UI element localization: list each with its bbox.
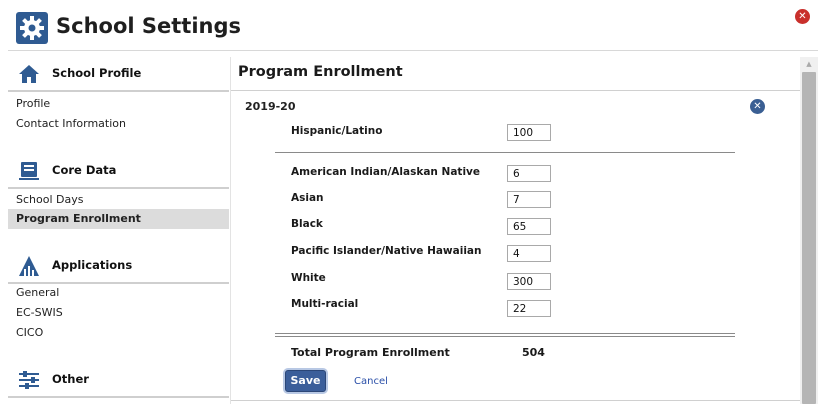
sidebar-item-ec-swis[interactable]: EC-SWIS	[8, 303, 229, 323]
school-year-label: 2019-20	[245, 100, 296, 113]
save-button[interactable]: Save	[285, 370, 326, 392]
page-title: Program Enrollment	[238, 64, 403, 80]
folder-icon	[19, 162, 39, 180]
race-row-label: Asian	[291, 192, 324, 204]
main-header: Program Enrollment	[231, 57, 801, 91]
total-enrollment-value: 504	[522, 346, 545, 359]
sidebar-item-general[interactable]: General	[8, 283, 229, 303]
race-row-label: Multi-racial	[291, 298, 359, 310]
settings-window: School Settings ✕ School Profile Profile…	[0, 0, 818, 404]
scrollbar-thumb[interactable]	[802, 72, 816, 404]
race-row-label: Pacific Islander/Native Hawaiian	[291, 245, 482, 257]
sliders-icon	[19, 371, 39, 389]
white-input[interactable]	[507, 273, 551, 290]
applications-icon	[19, 256, 39, 276]
total-enrollment-label: Total Program Enrollment	[291, 346, 450, 359]
total-divider	[275, 333, 735, 334]
sidebar-section-label: Applications	[52, 258, 133, 272]
black-input[interactable]	[507, 218, 551, 235]
race-row-label: American Indian/Alaskan Native	[291, 166, 481, 178]
sidebar-section-applications: Applications	[8, 249, 229, 284]
race-row-label: White	[291, 272, 326, 284]
close-window-icon[interactable]: ✕	[795, 9, 810, 24]
sidebar-section-school-profile: School Profile	[8, 57, 229, 92]
sidebar-item-program-enrollment[interactable]: Program Enrollment	[8, 209, 229, 229]
sidebar-section-label: Other	[52, 372, 89, 386]
cancel-link[interactable]: Cancel	[354, 376, 388, 387]
house-icon	[19, 65, 39, 83]
gear-icon	[16, 12, 48, 44]
divider	[231, 400, 801, 401]
title-bar: School Settings	[8, 10, 818, 51]
main-panel: Program Enrollment 2019-20 ✕ Hispanic/La…	[230, 57, 801, 404]
sidebar: School Profile Profile Contact Informati…	[8, 57, 229, 404]
sidebar-item-school-days[interactable]: School Days	[8, 190, 229, 210]
multi-racial-input[interactable]	[507, 300, 551, 317]
race-row-label: Black	[291, 218, 323, 230]
american-indian-input[interactable]	[507, 165, 551, 182]
total-divider	[275, 336, 735, 337]
sidebar-item-profile[interactable]: Profile	[8, 94, 229, 114]
sidebar-item-cico[interactable]: CICO	[8, 323, 229, 343]
asian-input[interactable]	[507, 191, 551, 208]
scroll-up-icon[interactable]: ▲	[804, 60, 814, 68]
sidebar-section-label: Core Data	[52, 163, 117, 177]
divider	[275, 152, 735, 153]
hispanic-latino-input[interactable]	[507, 124, 551, 141]
sidebar-item-contact-information[interactable]: Contact Information	[8, 114, 229, 134]
sidebar-section-other: Other	[8, 363, 229, 398]
pacific-islander-input[interactable]	[507, 245, 551, 262]
vertical-scrollbar[interactable]: ▲	[800, 57, 818, 404]
sidebar-section-core-data: Core Data	[8, 154, 229, 189]
window-title: School Settings	[56, 14, 242, 38]
sidebar-section-label: School Profile	[52, 66, 142, 80]
hispanic-latino-label: Hispanic/Latino	[291, 125, 383, 137]
close-panel-icon[interactable]: ✕	[750, 99, 765, 114]
